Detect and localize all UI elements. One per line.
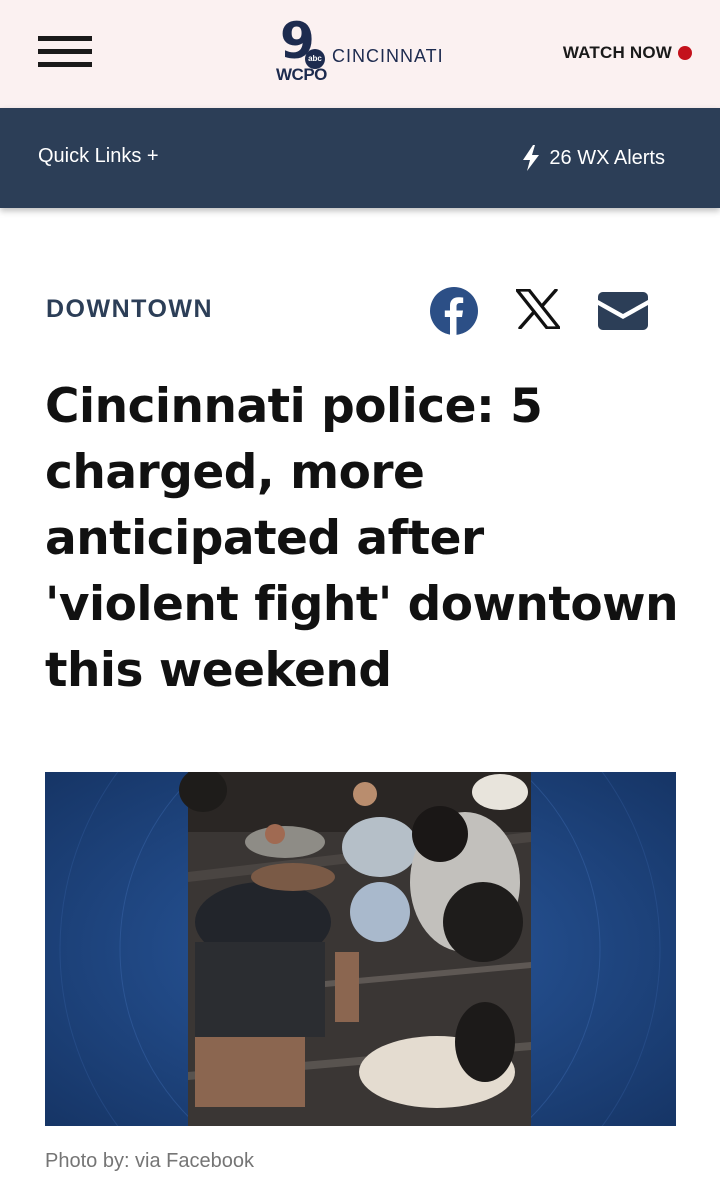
logo-city: CINCINNATI	[332, 46, 444, 66]
photo-caption: Photo by: via Facebook	[45, 1150, 255, 1172]
watch-now-label: WATCH NOW	[562, 43, 672, 62]
watch-now-button[interactable]: WATCH NOW	[563, 42, 692, 64]
logo-station: WCPO	[276, 65, 327, 84]
lightning-bolt-icon	[523, 145, 540, 171]
article-photo[interactable]	[45, 772, 676, 1126]
section-label[interactable]: DOWNTOWN	[46, 295, 213, 323]
x-share-button[interactable]	[515, 288, 561, 330]
facebook-icon	[430, 287, 478, 335]
alerts-label: 26 WX Alerts	[549, 146, 665, 169]
email-share-button[interactable]	[598, 292, 648, 330]
hamburger-menu-icon[interactable]	[38, 36, 92, 68]
menu-line	[38, 62, 92, 67]
photo-image	[45, 772, 676, 1126]
article-headline: Cincinnati police: 5 charged, more antic…	[45, 379, 679, 698]
top-bar: 9 abc WCPO CINCINNATI WATCH NOW	[0, 0, 720, 108]
menu-line	[38, 49, 92, 54]
live-dot-icon	[678, 46, 692, 60]
station-logo[interactable]: 9 abc WCPO CINCINNATI	[276, 16, 456, 86]
menu-line	[38, 36, 92, 41]
weather-alerts-button[interactable]: 26 WX Alerts	[521, 145, 665, 171]
envelope-icon	[598, 292, 648, 330]
x-icon	[515, 288, 561, 330]
secondary-nav: Quick Links + 26 WX Alerts	[0, 108, 720, 208]
facebook-share-button[interactable]	[430, 287, 478, 335]
quick-links-button[interactable]: Quick Links +	[38, 145, 159, 168]
